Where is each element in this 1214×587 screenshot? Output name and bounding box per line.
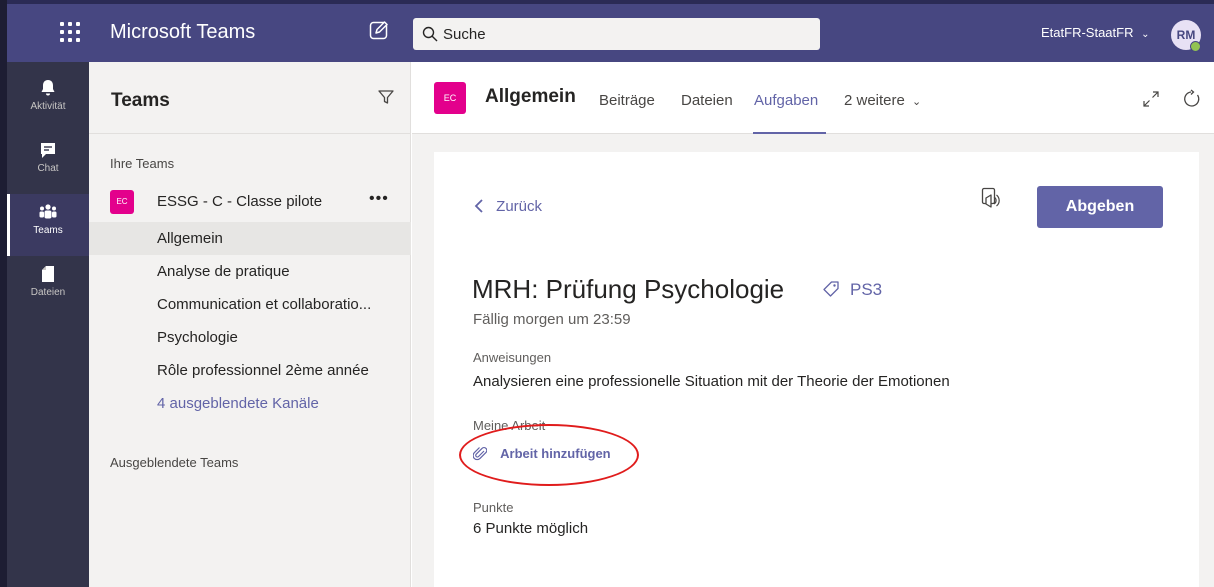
back-label: Zurück [496,198,543,215]
files-icon [42,266,54,282]
channel-title: Allgemein [485,86,576,107]
teams-icon [39,204,57,219]
app-launcher-icon[interactable] [58,20,82,44]
team-name: ESSG - C - Classe pilote [157,193,323,210]
panel-header: Teams [89,62,411,134]
tab-more[interactable]: 2 weitere ⌄ [844,92,921,109]
filter-icon[interactable] [377,88,395,106]
tab-assignments[interactable]: Aufgaben [754,92,818,109]
team-item[interactable]: EC ESSG - C - Classe pilote ••• [89,182,411,220]
chat-icon [41,143,55,158]
channel-item[interactable]: Communication et collaboratio... [89,288,411,321]
rail-item-label: Teams [33,225,63,236]
tag-icon [823,281,839,297]
window-edge [0,0,7,587]
team-avatar: EC [110,190,134,214]
rail-item-label: Dateien [30,287,66,298]
channel-team-avatar: EC [434,82,466,114]
org-switcher-label: EtatFR-StaatFR [1041,25,1134,40]
my-work-label: Meine Arbeit [473,418,546,433]
chevron-left-icon [474,199,483,213]
hidden-channels-link[interactable]: 4 ausgeblendete Kanäle [89,387,411,420]
app-rail: Aktivität Chat Teams Dateien [7,62,89,587]
points-label: Punkte [473,500,514,515]
chevron-down-icon: ⌄ [1141,29,1150,40]
rail-item-teams[interactable]: Teams [7,194,89,256]
teams-list-panel: Teams Ihre Teams EC ESSG - C - Classe pi… [89,62,411,587]
rail-item-label: Chat [37,163,59,174]
new-chat-icon[interactable] [368,19,390,41]
channel-item[interactable]: Allgemein [89,222,411,255]
channel-item[interactable]: Rôle professionnel 2ème année [89,354,411,387]
rail-item-chat[interactable]: Chat [7,132,89,194]
chevron-down-icon: ⌄ [912,96,922,108]
immersive-reader-icon[interactable] [981,187,1003,209]
refresh-icon[interactable] [1182,89,1202,109]
search-box[interactable] [413,18,820,50]
tab-more-label: 2 weitere [844,92,905,109]
section-label-your-teams: Ihre Teams [110,156,175,171]
search-input[interactable] [443,18,803,50]
org-switcher[interactable]: EtatFR-StaatFR ⌄ [1041,25,1149,40]
bell-icon [41,80,55,96]
add-work-label: Arbeit hinzufügen [500,446,611,461]
tab-files[interactable]: Dateien [681,92,733,109]
more-options-icon[interactable]: ••• [369,190,389,208]
submit-button[interactable]: Abgeben [1037,186,1163,228]
rail-item-label: Aktivität [30,101,66,112]
channel-item[interactable]: Analyse de pratique [89,255,411,288]
channel-item[interactable]: Psychologie [89,321,411,354]
add-work-button[interactable]: Arbeit hinzufügen [473,445,611,461]
tab-posts[interactable]: Beiträge [599,92,655,109]
instructions-label: Anweisungen [473,350,552,365]
panel-title: Teams [111,90,170,111]
app-title: Microsoft Teams [110,21,256,43]
expand-icon[interactable] [1142,90,1160,108]
assignment-tag[interactable]: PS3 [850,280,882,300]
due-date: Fällig morgen um 23:59 [473,311,631,328]
rail-item-activity[interactable]: Aktivität [7,70,89,132]
search-icon [422,26,438,42]
instructions-text: Analysieren eine professionelle Situatio… [473,373,950,390]
assignment-title: MRH: Prüfung Psychologie [472,274,785,304]
rail-item-files[interactable]: Dateien [7,256,89,318]
channel-header: EC Allgemein Beiträge Dateien Aufgaben 2… [412,62,1214,135]
points-value: 6 Punkte möglich [473,520,589,537]
presence-available-icon [1190,41,1201,52]
back-button[interactable]: Zurück [474,198,542,215]
top-bar: Microsoft Teams EtatFR-StaatFR ⌄ RM [0,0,1214,62]
paperclip-icon [473,446,487,461]
hidden-teams-section[interactable]: Ausgeblendete Teams [110,455,238,470]
